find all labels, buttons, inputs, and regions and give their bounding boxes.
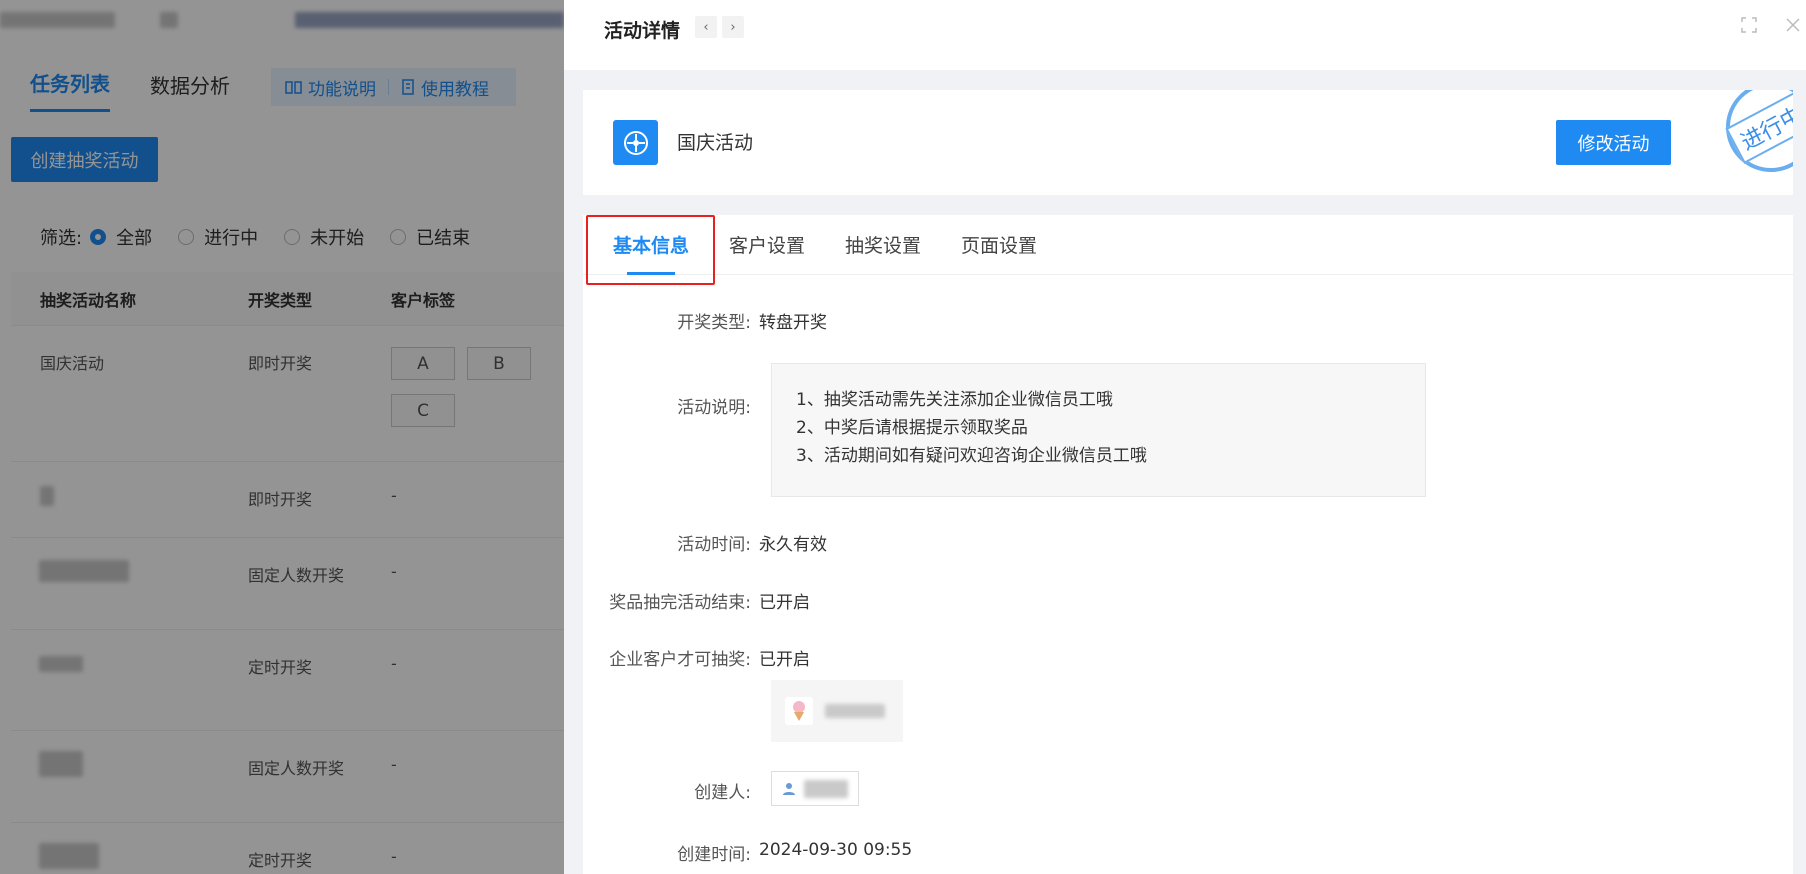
modal-overlay[interactable]: [0, 0, 564, 874]
detail-panel: 基本信息 客户设置 抽奖设置 页面设置 开奖类型: 转盘开奖 活动说明: 1、抽…: [583, 215, 1793, 874]
description-label: 活动说明:: [677, 398, 751, 418]
description-line: 1、抽奖活动需先关注添加企业微信员工哦: [796, 390, 1113, 410]
creator-label: 创建人:: [694, 783, 751, 803]
employee-chip: [771, 680, 903, 742]
prize-end-label: 奖品抽完活动结束:: [609, 593, 751, 613]
status-stamp-text: 进行中: [1725, 90, 1793, 164]
activity-time-value: 永久有效: [759, 535, 827, 555]
close-icon[interactable]: [1782, 14, 1804, 36]
drawer-header: 活动详情 ‹ ›: [564, 0, 1806, 70]
tab-page-settings[interactable]: 页面设置: [961, 215, 1037, 275]
fullscreen-icon[interactable]: [1738, 14, 1760, 36]
field-activity-time: 活动时间: 永久有效: [583, 530, 827, 555]
field-creator: 创建人:: [583, 778, 759, 803]
detail-tabs: 基本信息 客户设置 抽奖设置 页面设置: [583, 215, 1793, 275]
draw-type-value: 转盘开奖: [759, 313, 827, 333]
field-created-time: 创建时间: 2024-09-30 09:55: [583, 840, 912, 865]
created-time-label: 创建时间:: [677, 845, 751, 865]
created-time-value: 2024-09-30 09:55: [759, 840, 913, 860]
field-draw-type: 开奖类型: 转盘开奖: [583, 308, 827, 333]
description-line: 3、活动期间如有疑问欢迎咨询企业微信员工哦: [796, 446, 1147, 466]
creator-chip: [771, 771, 859, 806]
enterprise-only-value: 已开启: [759, 650, 810, 670]
enterprise-only-label: 企业客户才可抽奖:: [609, 650, 751, 670]
description-box: 1、抽奖活动需先关注添加企业微信员工哦 2、中奖后请根据提示领取奖品 3、活动期…: [771, 363, 1426, 497]
field-enterprise-only: 企业客户才可抽奖: 已开启: [583, 645, 810, 670]
field-description: 活动说明:: [583, 393, 759, 418]
field-prize-end: 奖品抽完活动结束: 已开启: [583, 588, 810, 613]
user-icon: [783, 782, 795, 795]
edit-activity-button[interactable]: 修改活动: [1556, 120, 1671, 165]
avatar: [785, 697, 813, 725]
activity-time-label: 活动时间:: [677, 535, 751, 555]
draw-type-label: 开奖类型:: [677, 313, 751, 333]
activity-summary-card: 国庆活动 修改活动 进行中: [583, 90, 1793, 195]
prize-end-value: 已开启: [759, 593, 810, 613]
activity-name: 国庆活动: [677, 132, 754, 154]
wheel-icon: [613, 120, 658, 165]
description-line: 2、中奖后请根据提示领取奖品: [796, 418, 1028, 438]
drawer-title: 活动详情: [604, 20, 681, 42]
activity-detail-drawer: 活动详情 ‹ › 国庆活动 修改活动 进行中 基本信息 客户设置 抽奖设置 页面…: [564, 0, 1806, 874]
prev-arrow-icon[interactable]: ‹: [695, 16, 717, 38]
next-arrow-icon[interactable]: ›: [722, 16, 744, 38]
tab-lottery-settings[interactable]: 抽奖设置: [845, 215, 921, 275]
highlight-box: [586, 215, 715, 285]
status-stamp: 进行中: [1710, 90, 1793, 188]
tab-customer-settings[interactable]: 客户设置: [729, 215, 805, 275]
